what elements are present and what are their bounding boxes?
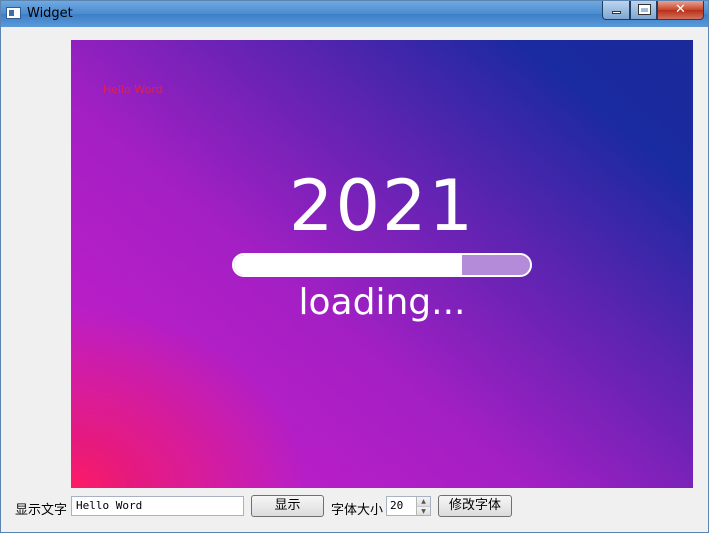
font-size-spinbox[interactable]: 20 ▲ ▼: [386, 496, 431, 516]
display-image: Hello Word 2021 loading...: [71, 40, 693, 488]
spin-down-icon[interactable]: ▼: [416, 506, 430, 515]
minimize-button[interactable]: [602, 1, 630, 20]
progress-bar: [232, 253, 532, 277]
text-input[interactable]: Hello Word: [71, 496, 244, 516]
progress-fill: [234, 255, 462, 275]
control-bar: 显示文字 Hello Word 显示 字体大小 20 ▲ ▼ 修改字体: [9, 493, 702, 521]
maximize-button[interactable]: [630, 1, 657, 20]
app-icon: [6, 7, 21, 19]
window-title: Widget: [27, 6, 73, 21]
close-button[interactable]: ✕: [657, 1, 704, 20]
overlay-text: Hello Word: [103, 83, 163, 96]
title-bar[interactable]: Widget ✕: [1, 1, 708, 27]
main-window: Widget ✕ Hello Word 2021 loading... 显示文字…: [0, 0, 709, 533]
minimize-icon: [612, 11, 621, 14]
show-button[interactable]: 显示: [251, 495, 324, 517]
text-label: 显示文字: [15, 503, 68, 518]
change-font-button[interactable]: 修改字体: [438, 495, 512, 517]
client-area: Hello Word 2021 loading... 显示文字 Hello Wo…: [9, 31, 702, 526]
close-icon: ✕: [675, 2, 686, 17]
font-size-value: 20: [390, 499, 404, 512]
maximize-icon: [638, 4, 651, 15]
year-text: 2021: [288, 165, 476, 247]
font-size-label: 字体大小: [331, 503, 384, 518]
loading-text: loading...: [298, 282, 466, 323]
spin-up-icon[interactable]: ▲: [416, 497, 430, 506]
